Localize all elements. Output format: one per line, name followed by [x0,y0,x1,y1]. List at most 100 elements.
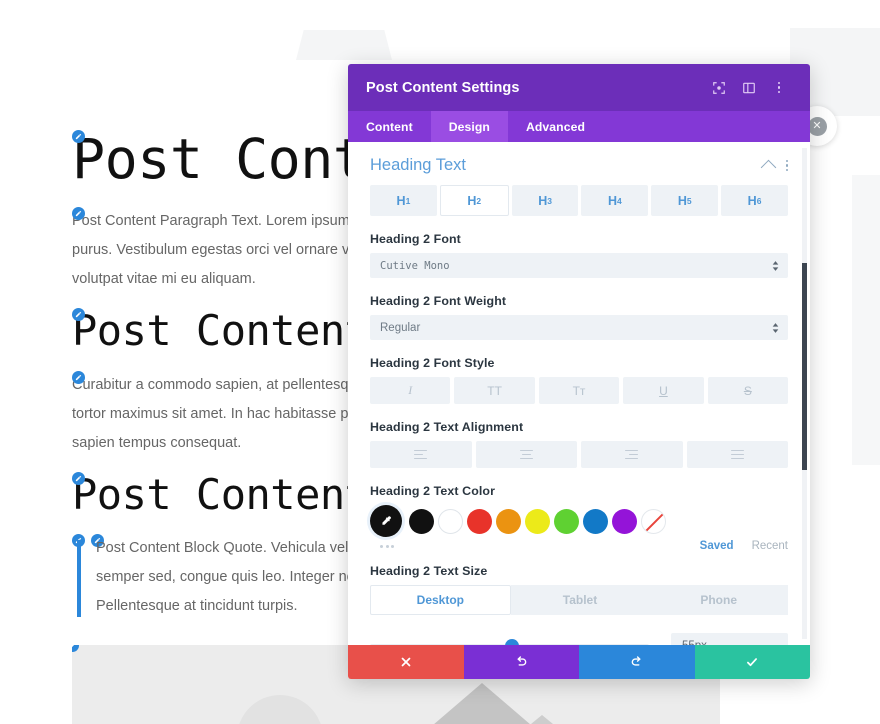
eyedropper-button[interactable] [370,505,402,537]
h-letter: H [396,193,406,208]
swatch-white[interactable] [438,508,463,534]
align-center-icon [519,449,533,460]
modal-body: Heading Text H1 H2 H3 H4 H5 H6 Heading 2… [348,142,810,645]
slider-knob[interactable] [505,638,520,645]
modal-footer [348,645,810,679]
swatch-blue[interactable] [583,508,608,534]
align-justify-icon [730,449,744,460]
text-size-input[interactable]: 55px [671,633,788,645]
font-value: Cutive Mono [380,259,450,272]
heading-level-selector: H1 H2 H3 H4 H5 H6 [370,185,788,216]
placeholder-circle [237,695,323,724]
panel-layout-icon[interactable] [736,75,762,101]
small-caps-button[interactable]: Tт [538,377,620,404]
font-label: Heading 2 Font [370,232,461,246]
swatch-black[interactable] [409,508,434,534]
swatch-red[interactable] [467,508,492,534]
text-size-value: 55px [682,640,707,646]
close-icon: ✕ [807,116,827,136]
color-meta-row: Saved Recent [370,540,788,552]
device-tab-desktop[interactable]: Desktop [370,585,511,615]
align-justify-button[interactable] [686,441,788,468]
more-vertical-icon[interactable] [785,159,788,172]
h-number: 3 [547,195,552,206]
swatch-orange[interactable] [496,508,521,534]
edit-pencil-icon[interactable] [72,130,85,143]
edit-pencil-icon[interactable] [72,645,79,652]
align-right-button[interactable] [581,441,683,468]
h-letter: H [608,193,618,208]
section-controls [760,158,788,176]
font-style-buttons: I TT Tт U S [370,377,789,404]
edit-pencil-icon[interactable] [72,370,85,384]
text-alignment-label: Heading 2 Text Alignment [370,420,524,434]
h-letter: H [677,193,687,208]
saved-colors-tab[interactable]: Saved [700,540,734,552]
cancel-button[interactable] [348,645,464,679]
chevron-up-icon[interactable] [760,159,776,176]
app-root: Post Content Post Content Paragraph Text… [0,0,880,724]
swatch-none[interactable] [641,508,666,534]
edit-pencil-icon[interactable] [72,471,85,485]
redo-icon [631,656,641,666]
font-select[interactable]: Cutive Mono [370,253,788,278]
uppercase-button[interactable]: TT [454,377,535,404]
tab-design[interactable]: Design [430,111,508,142]
italic-button[interactable]: I [370,377,451,404]
swatch-green[interactable] [554,508,579,534]
heading-level-h2[interactable]: H2 [439,185,509,216]
h-letter: H [747,193,757,208]
swatch-yellow[interactable] [525,508,550,534]
h-number: 5 [686,195,692,206]
swatch-purple[interactable] [612,508,637,534]
heading-level-h4[interactable]: H4 [581,185,649,216]
post-content-settings-modal: Post Content Settings Content Design Adv… [348,64,810,679]
h-number: 1 [405,195,411,206]
undo-icon [517,656,527,666]
eyedropper-icon [381,515,391,525]
tab-content[interactable]: Content [348,111,431,142]
h-number: 6 [756,195,762,206]
save-button[interactable] [694,645,810,679]
modal-header: Post Content Settings [348,64,810,111]
h-number: 2 [476,195,482,206]
redo-button[interactable] [579,645,695,679]
align-left-button[interactable] [370,441,472,468]
focus-target-icon[interactable] [706,75,732,101]
device-tab-phone[interactable]: Phone [649,585,789,615]
text-size-control: 55px [370,633,788,645]
font-weight-label: Heading 2 Font Weight [370,294,507,308]
scrollbar-thumb[interactable] [802,263,807,470]
more-vertical-icon[interactable] [766,75,792,101]
heading-level-h6[interactable]: H6 [721,185,788,216]
text-size-slider[interactable] [370,638,649,645]
heading-level-h5[interactable]: H5 [651,185,719,216]
blockquote-bar [77,539,81,617]
device-tab-tablet[interactable]: Tablet [510,585,650,615]
heading-level-h3[interactable]: H3 [511,185,579,216]
section-header-heading-text: Heading Text [370,156,788,176]
text-color-label: Heading 2 Text Color [370,484,496,498]
recent-colors-tab[interactable]: Recent [752,540,788,552]
heading-level-h1[interactable]: H1 [370,185,437,216]
font-style-label: Heading 2 Font Style [370,356,495,370]
h-number: 4 [617,195,622,206]
font-weight-select[interactable]: Regular [370,315,788,340]
text-size-label: Heading 2 Text Size [370,564,488,578]
undo-button[interactable] [463,645,579,679]
tab-advanced[interactable]: Advanced [508,111,603,142]
chevron-updown-icon [772,322,779,333]
align-right-icon [625,449,639,460]
more-horizontal-icon[interactable] [370,544,682,548]
modal-title: Post Content Settings [366,79,520,96]
color-swatch-row [370,505,788,537]
section-title: Heading Text [370,156,467,174]
h-letter: H [467,193,477,208]
underline-button[interactable]: U [623,377,704,404]
font-weight-value: Regular [380,321,421,334]
close-icon [401,657,411,667]
strikethrough-button[interactable]: S [707,377,789,404]
align-center-button[interactable] [475,441,577,468]
text-alignment-buttons [370,441,788,468]
h-letter: H [538,193,548,208]
